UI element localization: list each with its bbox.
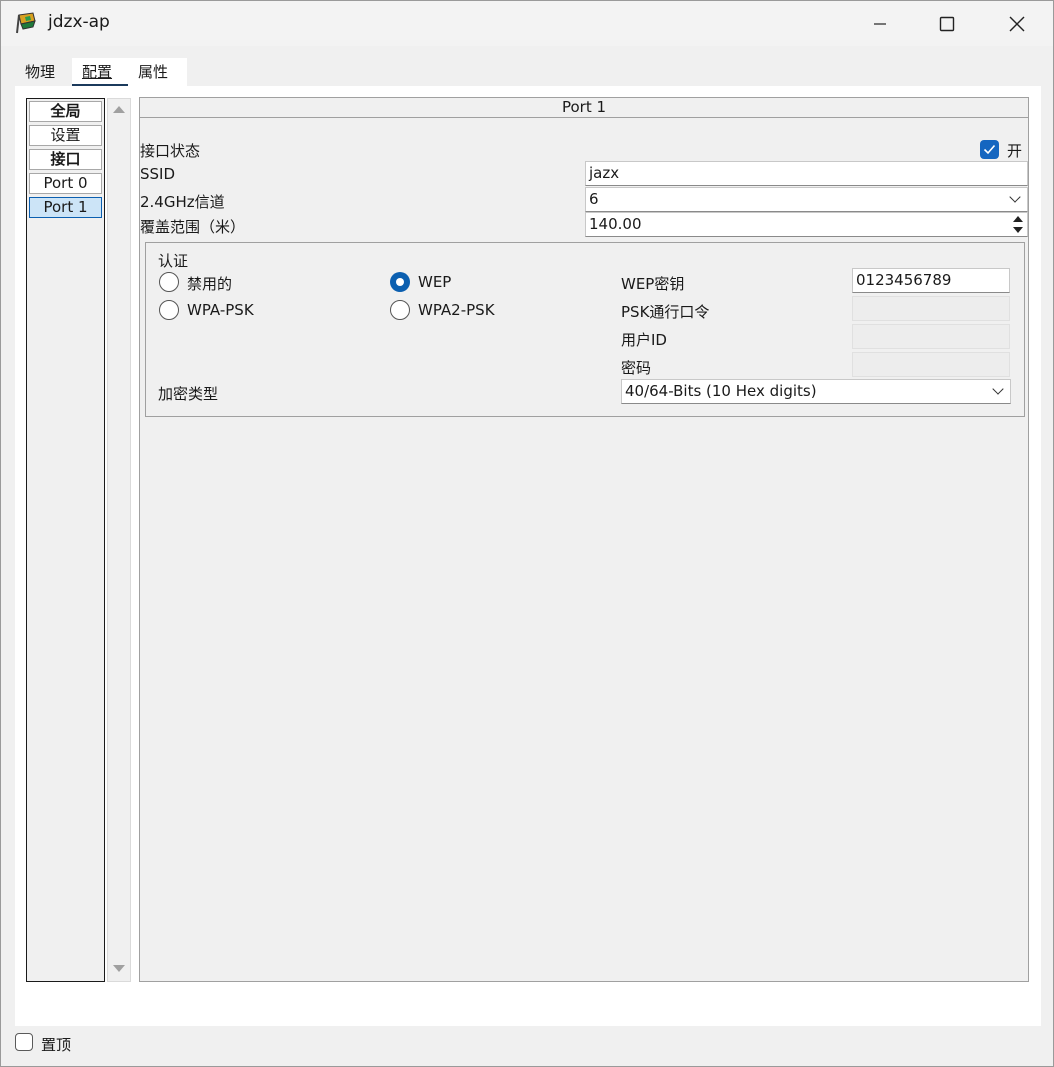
always-on-top-label: 置顶 [41,1036,72,1054]
channel-select[interactable]: 6 [585,187,1028,212]
auth-disabled-label: 禁用的 [187,275,233,293]
tab-physical[interactable]: 物理 [15,58,74,86]
spin-up-icon[interactable] [1013,216,1023,222]
port-config-panel: Port 1 接口状态 开 SSID jazx 2.4GHz信道 6 覆盖范围（… [139,97,1029,982]
psk-passphrase-input [852,296,1010,321]
auth-wep-radio[interactable] [390,272,410,292]
spin-down-icon[interactable] [1013,227,1023,233]
auth-wpa2-psk-radio[interactable] [390,300,410,320]
coverage-label: 覆盖范围（米） [140,218,246,236]
nav-item-port-1[interactable]: Port 1 [29,197,102,218]
encryption-type-select[interactable]: 40/64-Bits (10 Hex digits) [621,379,1011,404]
minimize-button[interactable] [857,1,903,46]
port-status-label: 接口状态 [140,142,201,160]
wep-key-input[interactable]: 0123456789 [852,268,1010,293]
tab-attributes[interactable]: 属性 [128,58,187,86]
panel-title: Port 1 [140,98,1028,118]
config-content: 全局 设置 接口 Port 0 Port 1 Port 1 接口状态 开 SSI… [15,86,1041,1026]
channel-value: 6 [589,190,599,208]
ssid-input[interactable]: jazx [585,161,1028,186]
auth-groupbox: 认证 禁用的 WEP WPA-PSK WPA2-PSK WEP密钥 012345… [145,242,1025,417]
maximize-icon [939,16,955,31]
nav-item-settings[interactable]: 设置 [29,125,102,146]
tab-config[interactable]: 配置 [72,58,134,87]
tab-label: 配置 [82,63,113,81]
channel-label: 2.4GHz信道 [140,193,225,211]
nav-item-interface[interactable]: 接口 [29,149,102,170]
nav-item-global[interactable]: 全局 [29,101,102,122]
window-title: jdzx-ap [48,12,110,32]
checkmark-icon [983,144,996,155]
always-on-top-checkbox[interactable] [15,1033,33,1051]
chevron-down-icon [992,383,1004,395]
router-ap-icon [13,11,39,37]
maximize-button[interactable] [924,1,970,46]
auth-disabled-radio[interactable] [159,272,179,292]
password-label: 密码 [621,359,652,377]
coverage-spinner[interactable]: 140.00 [585,212,1028,237]
chevron-down-icon [1009,191,1021,203]
title-bar: jdzx-ap [1,1,1053,46]
coverage-value: 140.00 [589,215,642,233]
encryption-type-value: 40/64-Bits (10 Hex digits) [625,382,817,400]
auth-wpa2-psk-label: WPA2-PSK [418,301,495,319]
port-status-on-label: 开 [1007,142,1023,160]
auth-wep-label: WEP [418,273,452,291]
scroll-up-icon[interactable] [113,106,125,113]
user-id-label: 用户ID [621,331,667,349]
tab-label: 属性 [138,63,169,81]
psk-passphrase-label: PSK通行口令 [621,303,710,321]
minimize-icon [874,22,886,25]
scroll-down-icon[interactable] [113,965,125,972]
config-nav-list: 全局 设置 接口 Port 0 Port 1 [26,98,105,982]
auth-wpa-psk-label: WPA-PSK [187,301,254,319]
close-button[interactable] [994,1,1040,46]
port-status-checkbox[interactable] [980,140,999,159]
ssid-label: SSID [140,165,176,183]
nav-item-port-0[interactable]: Port 0 [29,173,102,194]
spinner-arrows[interactable] [1010,214,1026,235]
user-id-input [852,324,1010,349]
tab-label: 物理 [25,63,56,81]
password-input [852,352,1010,377]
encryption-type-label: 加密类型 [158,385,219,403]
nav-scrollbar[interactable] [107,98,131,982]
auth-title: 认证 [158,252,189,270]
auth-wpa-psk-radio[interactable] [159,300,179,320]
wep-key-label: WEP密钥 [621,275,685,293]
app-window: jdzx-ap 物理 配置 属性 全局 设置 接口 Port 0 Port 1 [0,0,1054,1067]
close-icon [1009,16,1025,31]
